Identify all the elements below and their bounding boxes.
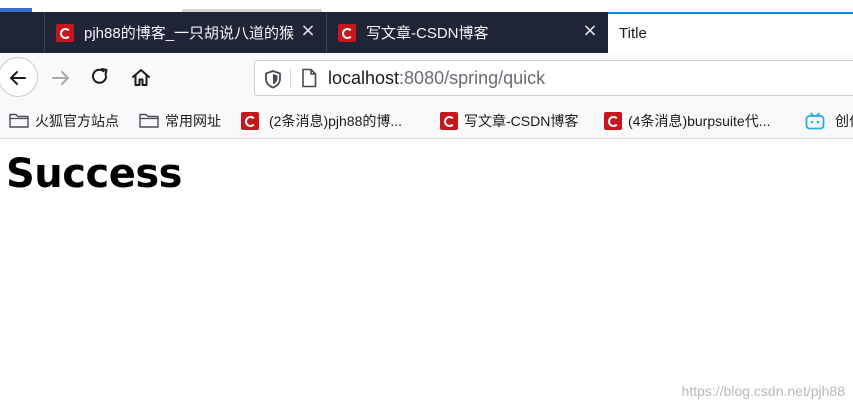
back-button[interactable] — [0, 57, 38, 97]
bookmark-label: (4条消息)burpsuite代... — [628, 112, 771, 129]
folder-icon — [139, 113, 159, 128]
url-bar[interactable]: localhost:8080/spring/quick — [254, 60, 853, 96]
page-heading: Success — [6, 151, 182, 197]
csdn-icon — [604, 111, 622, 130]
tab-title: 写文章-CSDN博客 — [366, 25, 489, 42]
bookmark-label: 创作 — [835, 112, 853, 129]
bookmark-pjh88-blog[interactable]: (2条消息)pjh88的博... — [241, 103, 402, 138]
tab-write-article[interactable]: 写文章-CSDN博客 × — [326, 12, 608, 53]
shield-icon[interactable] — [264, 69, 282, 89]
forward-arrow-icon[interactable] — [50, 68, 72, 88]
tab-title: Title — [619, 25, 647, 42]
csdn-icon — [338, 23, 356, 42]
page-icon[interactable] — [301, 68, 317, 88]
bookmark-common-sites[interactable]: 常用网址 — [139, 103, 221, 138]
bookmark-write-article[interactable]: 写文章-CSDN博客 — [440, 103, 578, 138]
csdn-icon — [241, 111, 259, 130]
tab-title-active[interactable]: Title — [608, 12, 853, 53]
bookmark-label: 写文章-CSDN博客 — [464, 112, 579, 129]
bookmark-bilibili-create[interactable]: 创作 — [805, 103, 853, 138]
bilibili-icon — [805, 112, 825, 129]
bookmark-firefox-official[interactable]: 火狐官方站点 — [9, 103, 119, 138]
url-host: localhost — [328, 68, 400, 88]
reload-icon[interactable] — [90, 67, 110, 87]
home-icon[interactable] — [130, 67, 152, 87]
url-divider — [290, 68, 291, 88]
folder-icon — [9, 113, 29, 128]
url-text[interactable]: localhost:8080/spring/quick — [328, 68, 545, 89]
tab-strip: pjh88的博客_一只胡说八道的猴 × 写文章-CSDN博客 × Title — [0, 12, 853, 53]
url-path: :8080/spring/quick — [399, 68, 546, 88]
window-top-edge — [0, 0, 853, 12]
tab-title: pjh88的博客_一只胡说八道的猴 — [84, 25, 295, 42]
bookmark-label: 火狐官方站点 — [35, 112, 119, 129]
bookmark-label: (2条消息)pjh88的博... — [269, 112, 403, 129]
close-icon[interactable]: × — [582, 22, 598, 40]
navigation-toolbar: localhost:8080/spring/quick — [0, 53, 853, 103]
tab-pjh88-blog[interactable]: pjh88的博客_一只胡说八道的猴 × — [44, 12, 326, 53]
bookmark-label: 常用网址 — [165, 112, 221, 129]
bookmarks-toolbar: 火狐官方站点 常用网址 (2条消息)pjh88的博... 写文章-CSDN博客 … — [0, 103, 853, 139]
csdn-icon — [56, 23, 74, 42]
close-icon[interactable]: × — [300, 22, 316, 40]
back-arrow-icon — [10, 71, 26, 85]
watermark: https://blog.csdn.net/pjh88 — [681, 383, 845, 399]
csdn-icon — [440, 111, 458, 130]
bookmark-burpsuite[interactable]: (4条消息)burpsuite代... — [604, 103, 770, 138]
